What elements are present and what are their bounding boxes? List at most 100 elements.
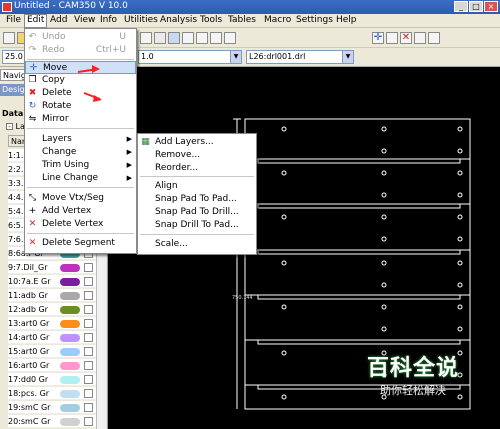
drill-hole bbox=[381, 214, 387, 220]
layer-color-swatch[interactable] bbox=[60, 348, 80, 356]
layers-icon[interactable] bbox=[154, 32, 166, 44]
layer-visible-checkbox[interactable] bbox=[84, 389, 93, 398]
layer-visible-checkbox[interactable] bbox=[84, 347, 93, 356]
menu-item-shortcut: U bbox=[119, 32, 126, 42]
menu-info[interactable]: Info bbox=[98, 15, 119, 25]
layer-color-swatch[interactable] bbox=[60, 264, 80, 272]
grid-dots-icon[interactable] bbox=[182, 32, 194, 44]
close-window-button[interactable]: × bbox=[484, 1, 498, 12]
coord-field[interactable]: 25.0 bbox=[2, 50, 26, 64]
layers-submenu-item-snap-drill-to-pad[interactable]: Snap Drill To Pad... bbox=[138, 219, 256, 232]
submenu-arrow-icon: ▶ bbox=[126, 135, 132, 143]
layers-submenu-item-reorder[interactable]: Reorder... bbox=[138, 162, 256, 175]
layer-visible-checkbox[interactable] bbox=[84, 305, 93, 314]
move-tool-icon[interactable]: ✛ bbox=[372, 32, 384, 44]
layer-combo-2[interactable]: L26:drl001.drl ▼ bbox=[246, 50, 354, 64]
edit-menu-item-rotate[interactable]: ↻ Rotate bbox=[25, 100, 136, 113]
edit-menu-item-mirror[interactable]: ⇋ Mirror bbox=[25, 113, 136, 126]
layer-row[interactable]: 10:7a.E Gr bbox=[8, 275, 96, 288]
layers-submenu-item-snap-pad-to-drill[interactable]: Snap Pad To Drill... bbox=[138, 206, 256, 219]
edit-menu-item-line-change[interactable]: Line Change ▶ bbox=[25, 172, 136, 185]
layer-row[interactable]: 14:art0 Gr bbox=[8, 331, 96, 344]
layers-submenu-item-snap-pad-to-pad[interactable]: Snap Pad To Pad... bbox=[138, 193, 256, 206]
edit-menu-item-redo[interactable]: ↷ Redo Ctrl+U bbox=[25, 44, 136, 57]
layer-visible-checkbox[interactable] bbox=[84, 319, 93, 328]
layer-color-swatch[interactable] bbox=[60, 362, 80, 370]
menu-analysis[interactable]: Analysis bbox=[158, 15, 199, 25]
layer-color-swatch[interactable] bbox=[60, 320, 80, 328]
edit-menu-item-move-vtx-seg[interactable]: ⤡ Move Vtx/Seg bbox=[25, 192, 136, 205]
pattern-icon[interactable] bbox=[210, 32, 222, 44]
layer-color-swatch[interactable] bbox=[60, 278, 80, 286]
layer-row[interactable]: 11:adb Gr bbox=[8, 289, 96, 302]
stack-icon[interactable] bbox=[224, 32, 236, 44]
grid-icon[interactable] bbox=[140, 32, 152, 44]
menu-view[interactable]: View bbox=[72, 15, 97, 25]
select-icon[interactable] bbox=[168, 32, 180, 44]
layer-visible-checkbox[interactable] bbox=[84, 417, 93, 426]
layer-color-swatch[interactable] bbox=[60, 334, 80, 342]
layer-visible-checkbox[interactable] bbox=[84, 361, 93, 370]
layer-color-swatch[interactable] bbox=[60, 306, 80, 314]
layer-row[interactable]: 12:adb Gr bbox=[8, 303, 96, 316]
menu-utilities[interactable]: Utilities bbox=[122, 15, 160, 25]
layer-row[interactable]: 15:art0 Gr bbox=[8, 345, 96, 358]
layer-row[interactable]: 18:pcs. Gr bbox=[8, 387, 96, 400]
layer-visible-checkbox[interactable] bbox=[84, 263, 93, 272]
layers-submenu-item-add-layers[interactable]: ▦ Add Layers... bbox=[138, 136, 256, 149]
delete-tool-icon[interactable]: ✕ bbox=[400, 32, 412, 44]
layers-submenu-item-align[interactable]: Align bbox=[138, 180, 256, 193]
chevron-down-icon[interactable]: ▼ bbox=[342, 51, 353, 63]
maximize-button[interactable]: □ bbox=[469, 1, 483, 12]
menu-tools[interactable]: Tools bbox=[198, 15, 224, 25]
layer-visible-checkbox[interactable] bbox=[84, 403, 93, 412]
layer-color-swatch[interactable] bbox=[60, 390, 80, 398]
layer-combo-1[interactable]: 1.0 ▼ bbox=[138, 50, 242, 64]
layers-submenu: ▦ Add Layers... Remove... Reorder... Align Sn… bbox=[137, 133, 257, 255]
edit-menu-item-trim-using[interactable]: Trim Using ▶ bbox=[25, 159, 136, 172]
edit-menu-item-move[interactable]: ✛ Move bbox=[25, 61, 136, 74]
edit-menu-item-delete-vertex[interactable]: ✕ Delete Vertex bbox=[25, 218, 136, 231]
copy-tool-icon[interactable] bbox=[386, 32, 398, 44]
layer-color-swatch[interactable] bbox=[60, 376, 80, 384]
menu-file[interactable]: File bbox=[4, 15, 23, 25]
layer-row[interactable]: 19:smC Gr bbox=[8, 401, 96, 414]
menu-settings[interactable]: Settings bbox=[294, 15, 335, 25]
layer-row[interactable]: 16:art0 Gr bbox=[8, 359, 96, 372]
rotate-tool-icon[interactable] bbox=[414, 32, 426, 44]
layer-visible-checkbox[interactable] bbox=[84, 375, 93, 384]
layers-submenu-item-scale[interactable]: Scale... bbox=[138, 238, 256, 251]
layer-row[interactable]: 20:smC Gr bbox=[8, 415, 96, 428]
layer-row[interactable]: 13:art0 Gr bbox=[8, 317, 96, 330]
menu-tables[interactable]: Tables bbox=[226, 15, 258, 25]
layer-visible-checkbox[interactable] bbox=[84, 291, 93, 300]
collapse-icon[interactable]: - bbox=[6, 123, 13, 131]
edit-menu-item-undo[interactable]: ↶ Undo U bbox=[25, 31, 136, 44]
edit-menu-item-change[interactable]: Change ▶ bbox=[25, 146, 136, 159]
layer-row[interactable]: 9:7.Dil_Gr bbox=[8, 261, 96, 274]
menu-add[interactable]: Add bbox=[48, 15, 69, 25]
cross-grid-icon[interactable] bbox=[196, 32, 208, 44]
layer-visible-checkbox[interactable] bbox=[84, 277, 93, 286]
chevron-down-icon[interactable]: ▼ bbox=[230, 51, 241, 63]
minimize-button[interactable]: _ bbox=[454, 1, 468, 12]
drill-hole bbox=[457, 192, 463, 198]
layer-visible-checkbox[interactable] bbox=[84, 333, 93, 342]
layer-color-swatch[interactable] bbox=[60, 418, 80, 426]
layer-color-swatch[interactable] bbox=[60, 404, 80, 412]
layer-row[interactable]: 17:dd0 Gr bbox=[8, 373, 96, 386]
menu-macro[interactable]: Macro bbox=[262, 15, 293, 25]
edit-menu-item-copy[interactable]: ❐ Copy bbox=[25, 74, 136, 87]
new-file-icon[interactable] bbox=[3, 32, 15, 44]
menu-edit[interactable]: Edit bbox=[24, 14, 48, 28]
edit-menu-item-layers[interactable]: Layers ▶ bbox=[25, 133, 136, 146]
mirror-tool-icon[interactable] bbox=[428, 32, 440, 44]
edit-menu-item-delete-segment[interactable]: ✕ Delete Segment bbox=[25, 237, 136, 250]
edit-menu-item-add-vertex[interactable]: + Add Vertex bbox=[25, 205, 136, 218]
menu-help[interactable]: Help bbox=[334, 15, 359, 25]
layer-color-swatch[interactable] bbox=[60, 292, 80, 300]
edit-menu-item-delete[interactable]: ✖ Delete bbox=[25, 87, 136, 100]
drill-hole bbox=[457, 126, 463, 132]
layers-submenu-item-remove[interactable]: Remove... bbox=[138, 149, 256, 162]
menu-item-label: Add Vertex bbox=[42, 206, 92, 216]
